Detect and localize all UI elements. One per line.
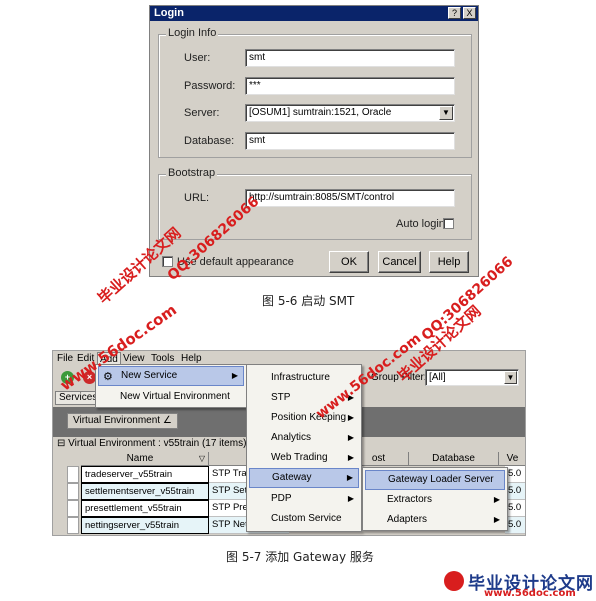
url-label: URL:: [184, 192, 210, 204]
row-name: presettlement_v55train: [81, 500, 209, 517]
sort-icon: ▽: [198, 454, 205, 463]
row-selector[interactable]: [67, 483, 79, 500]
menu-item-extractors[interactable]: Extractors ▶: [365, 490, 505, 510]
menu-item-new-virtual-environment[interactable]: New Virtual Environment: [98, 387, 244, 407]
group-filter-select[interactable]: [All] ▼: [425, 369, 519, 386]
password-field[interactable]: ***: [245, 77, 455, 95]
user-label: User:: [184, 52, 211, 64]
bootstrap-group: [158, 174, 472, 240]
logo-icon: [444, 571, 464, 591]
menu-item-custom-service-label: Custom Service: [271, 513, 342, 524]
figure-caption-2: 图 5-7 添加 Gateway 服务: [226, 550, 374, 564]
url-field[interactable]: http://sumtrain:8085/SMT/control: [245, 189, 455, 207]
new-service-icon: ⚙: [103, 371, 113, 383]
menu-item-pdp[interactable]: PDP ▶: [249, 489, 359, 509]
submenu-arrow-icon: ▶: [347, 494, 354, 503]
menu-file[interactable]: File: [55, 352, 75, 366]
row-name: nettingserver_v55train: [81, 517, 209, 534]
server-label: Server:: [184, 107, 220, 119]
ok-button[interactable]: OK: [329, 251, 369, 273]
row-selector[interactable]: [67, 500, 79, 517]
menu-item-new-service[interactable]: ⚙ New Service ▶: [98, 366, 244, 386]
submenu-arrow-icon: ▶: [231, 371, 238, 380]
row-version: 5.0: [505, 517, 525, 534]
auto-login-label: Auto login: [396, 218, 445, 230]
row-name: tradeserver_v55train: [81, 466, 209, 483]
help-button[interactable]: Help: [429, 251, 469, 273]
row-version: 5.0: [505, 466, 525, 483]
login-title: Login: [154, 7, 184, 19]
column-header-name-label: Name: [126, 453, 154, 464]
group-row[interactable]: ⊟ Virtual Environment : v55train (17 ite…: [57, 438, 246, 449]
server-select[interactable]: [OSUM1] sumtrain:1521, Oracle ▼: [245, 104, 455, 122]
virtual-environment-button[interactable]: Virtual Environment ∠: [67, 413, 178, 429]
menu-item-gateway-label: Gateway: [272, 472, 312, 483]
submenu-arrow-icon: ▶: [346, 473, 353, 482]
menu-item-position-keeping-label: Position Keeping: [271, 412, 347, 423]
user-field[interactable]: smt: [245, 49, 455, 67]
column-header-version[interactable]: Ve: [499, 452, 525, 466]
server-select-value: [OSUM1] sumtrain:1521, Oracle: [249, 107, 392, 118]
login-titlebar: Login ? X: [150, 6, 478, 21]
bootstrap-label: Bootstrap: [166, 167, 218, 179]
chevron-down-icon[interactable]: ▼: [504, 371, 517, 384]
menu-item-analytics[interactable]: Analytics ▶: [249, 428, 359, 448]
help-corner-button[interactable]: ?: [448, 7, 461, 19]
figure-caption-1: 图 5-6 启动 SMT: [262, 294, 355, 308]
row-name: settlementserver_v55train: [81, 483, 209, 500]
menu-item-gateway-loader-server[interactable]: Gateway Loader Server: [365, 470, 505, 490]
menu-item-pdp-label: PDP: [271, 493, 292, 504]
submenu-arrow-icon: ▶: [347, 433, 354, 442]
virtual-environment-label: Virtual Environment: [73, 415, 161, 426]
menu-item-infrastructure-label: Infrastructure: [271, 372, 330, 383]
login-info-label: Login Info: [166, 27, 219, 39]
row-version: 5.0: [505, 483, 525, 500]
database-field[interactable]: smt: [245, 132, 455, 150]
submenu-arrow-icon: ▶: [493, 515, 500, 524]
submenu-arrow-icon: ▶: [493, 495, 500, 504]
login-dialog: Login ? X Login Info User: smt Password:…: [149, 5, 479, 277]
menu-item-web-trading[interactable]: Web Trading ▶: [249, 448, 359, 468]
column-header-name[interactable]: Name ▽: [81, 452, 209, 466]
menu-item-gateway[interactable]: Gateway ▶: [249, 468, 359, 488]
logo-url: www.56doc.com: [484, 588, 576, 599]
row-version: 5.0: [505, 500, 525, 517]
gateway-menu: Gateway Loader Server Extractors ▶ Adapte…: [362, 467, 508, 531]
column-header-database[interactable]: Database: [409, 452, 499, 466]
menu-item-position-keeping[interactable]: Position Keeping ▶: [249, 408, 359, 428]
menu-item-analytics-label: Analytics: [271, 432, 312, 443]
close-button[interactable]: X: [463, 7, 476, 19]
add-menu: ⚙ New Service ▶ New Virtual Environment: [95, 364, 247, 408]
auto-login-checkbox[interactable]: [443, 218, 454, 229]
group-row-label: Virtual Environment : v55train (17 items…: [68, 438, 247, 449]
menu-item-new-service-label: New Service: [121, 370, 178, 381]
submenu-arrow-icon: ▶: [347, 413, 354, 422]
row-selector[interactable]: [67, 466, 79, 483]
password-label: Password:: [184, 80, 236, 92]
menu-item-custom-service[interactable]: Custom Service: [249, 509, 359, 529]
menu-item-stp-label: STP: [271, 392, 291, 403]
cancel-button[interactable]: Cancel: [378, 251, 421, 273]
chevron-down-icon[interactable]: ▼: [439, 106, 453, 120]
menu-item-extractors-label: Extractors: [387, 494, 433, 505]
group-filter-value: [All]: [429, 372, 446, 383]
menu-item-web-trading-label: Web Trading: [271, 452, 328, 463]
submenu-arrow-icon: ▶: [347, 453, 354, 462]
menu-item-adapters[interactable]: Adapters ▶: [365, 510, 505, 530]
menu-item-adapters-label: Adapters: [387, 514, 428, 525]
database-label: Database:: [184, 135, 235, 147]
row-selector[interactable]: [67, 517, 79, 534]
